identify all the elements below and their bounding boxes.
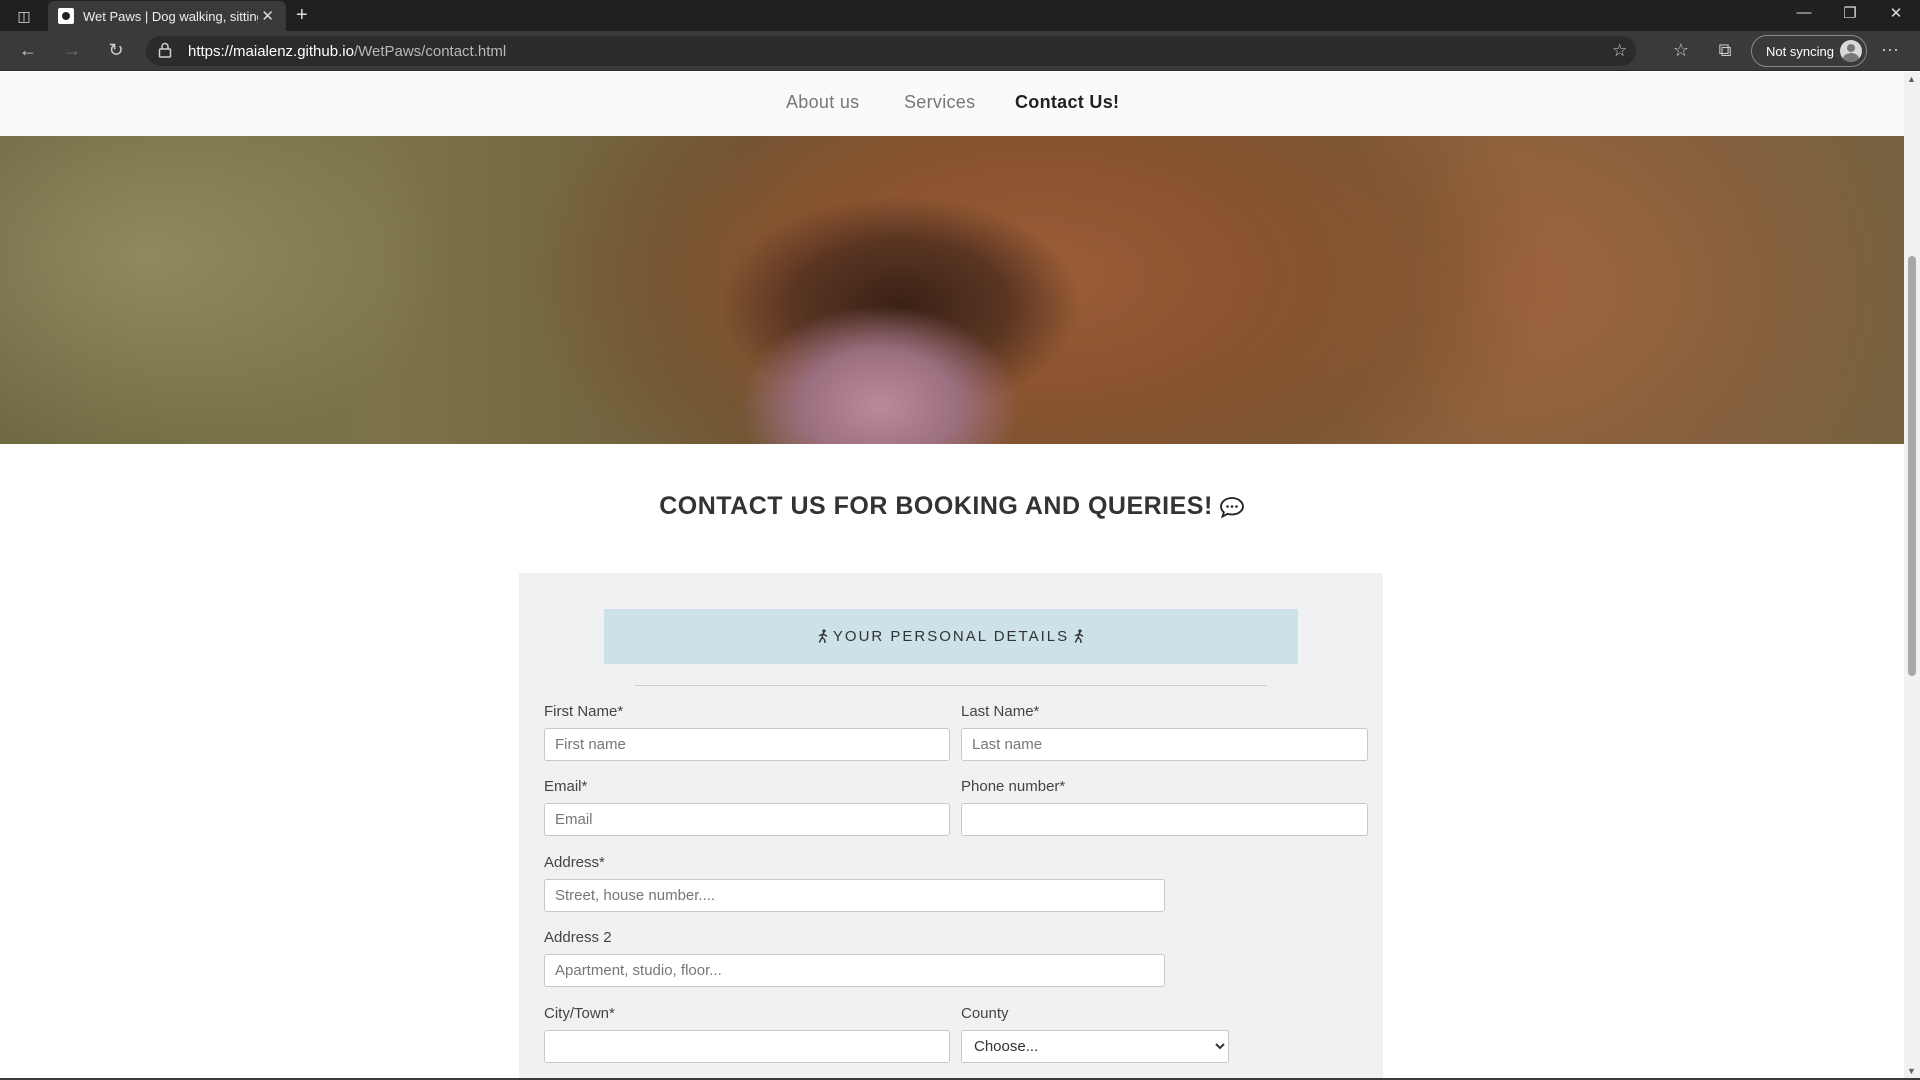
last-name-label: Last Name* <box>961 703 1040 720</box>
first-name-label: First Name* <box>544 703 624 720</box>
section-title-text: YOUR PERSONAL DETAILS <box>832 628 1070 645</box>
profile-sync-button[interactable]: Not syncing <box>1751 35 1867 67</box>
person-walking-icon <box>818 629 828 643</box>
favorite-star-icon[interactable]: ☆ <box>1612 41 1627 61</box>
close-tab-icon[interactable]: ✕ <box>261 7 274 25</box>
tab-actions-icon[interactable]: ◫ <box>12 6 36 26</box>
section-title: YOUR PERSONAL DETAILS <box>813 628 1089 645</box>
collections-icon[interactable]: ⧉ <box>1713 40 1737 60</box>
address-label: Address* <box>544 854 605 871</box>
section-banner: YOUR PERSONAL DETAILS <box>604 609 1298 664</box>
page-viewport: About us Services Contact Us! CONTACT US… <box>0 72 1904 1078</box>
site-favicon-icon <box>58 8 74 24</box>
address-field[interactable] <box>544 879 1165 912</box>
email-field[interactable] <box>544 803 950 836</box>
scrollbar-thumb[interactable] <box>1908 256 1916 676</box>
close-window-icon[interactable]: ✕ <box>1881 4 1911 22</box>
forward-icon[interactable]: → <box>60 40 84 60</box>
hero-dog-image <box>0 136 1904 444</box>
nav-link-contact-us[interactable]: Contact Us! <box>1015 92 1119 113</box>
address-bar[interactable]: https://maialenz.github.io/WetPaws/conta… <box>146 36 1636 66</box>
phone-label: Phone number* <box>961 778 1066 795</box>
scroll-up-icon[interactable]: ▲ <box>1907 74 1916 84</box>
favorites-icon[interactable]: ☆ <box>1669 40 1693 60</box>
site-navigation: About us Services Contact Us! <box>0 72 1904 136</box>
lock-icon[interactable] <box>158 42 172 58</box>
sync-label: Not syncing <box>1766 44 1834 59</box>
county-label: County <box>961 1005 1009 1022</box>
page-title: CONTACT US FOR BOOKING AND QUERIES! <box>0 492 1904 521</box>
contact-form: YOUR PERSONAL DETAILS First Name* Last N… <box>519 573 1383 1078</box>
page-title-text: CONTACT US FOR BOOKING AND QUERIES! <box>659 492 1213 520</box>
address2-field[interactable] <box>544 954 1165 987</box>
back-icon[interactable]: ← <box>16 40 40 60</box>
email-label: Email* <box>544 778 588 795</box>
speech-bubble-icon <box>1219 497 1244 519</box>
hero-image-overlay <box>0 136 1904 444</box>
browser-tab-bar: ◫ Wet Paws | Dog walking, sitting ✕ + — … <box>0 0 1920 31</box>
more-options-icon[interactable]: ··· <box>1881 39 1899 60</box>
url-path: /WetPaws/contact.html <box>353 43 507 60</box>
nav-link-about-us[interactable]: About us <box>786 92 859 113</box>
reload-icon[interactable]: ↻ <box>104 40 128 60</box>
last-name-field[interactable] <box>961 728 1368 761</box>
county-select[interactable]: Choose... <box>961 1030 1229 1063</box>
browser-toolbar: ← → ↻ https://maialenz.github.io/WetPaws… <box>0 31 1920 71</box>
url-host: https://maialenz.github.io <box>188 43 354 60</box>
city-field[interactable] <box>544 1030 950 1063</box>
url-text: https://maialenz.github.io/WetPaws/conta… <box>188 43 506 60</box>
phone-field[interactable] <box>961 803 1368 836</box>
avatar <box>1840 40 1862 62</box>
first-name-field[interactable] <box>544 728 950 761</box>
nav-link-services[interactable]: Services <box>904 92 975 113</box>
restore-icon[interactable]: ❐ <box>1835 4 1865 22</box>
new-tab-icon[interactable]: + <box>296 4 308 27</box>
scroll-down-icon[interactable]: ▼ <box>1907 1066 1916 1076</box>
person-walking-icon <box>1074 629 1084 643</box>
tab-title: Wet Paws | Dog walking, sitting <box>83 9 258 24</box>
city-label: City/Town* <box>544 1005 615 1022</box>
page-scrollbar[interactable]: ▲ ▼ <box>1904 72 1920 1078</box>
minimize-icon[interactable]: — <box>1789 4 1819 21</box>
section-divider <box>635 685 1267 686</box>
browser-tab[interactable]: Wet Paws | Dog walking, sitting ✕ <box>48 1 286 31</box>
address2-label: Address 2 <box>544 929 612 946</box>
